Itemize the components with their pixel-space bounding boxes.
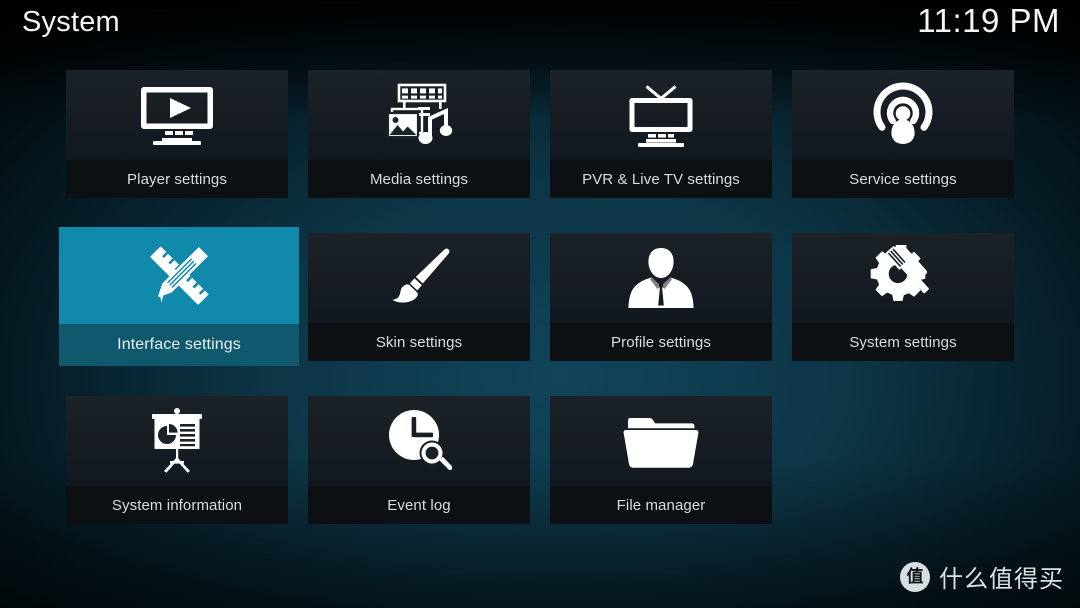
paintbrush-icon [308,233,530,323]
tile-media-settings[interactable]: Media settings [308,70,530,198]
tile-system-settings[interactable]: System settings [792,233,1014,361]
tile-label: Skin settings [308,323,530,361]
tile-profile-settings[interactable]: Profile settings [550,233,772,361]
tile-skin-settings[interactable]: Skin settings [308,233,530,361]
tile-label: File manager [550,486,772,524]
clock: 11:19 PM [917,2,1060,39]
tile-label: Service settings [792,160,1014,198]
watermark-text: 什么值得买 [939,565,1064,593]
tile-label: Player settings [66,160,288,198]
settings-row: Player settings Media settings PVR & Liv… [66,70,1014,233]
tile-service-settings[interactable]: Service settings [792,70,1014,198]
tile-label: System information [66,486,288,524]
tile-label: PVR & Live TV settings [550,160,772,198]
tile-label: Media settings [308,160,530,198]
ruler-pencil-icon [59,227,299,324]
tile-interface-settings[interactable]: Interface settings [59,227,299,366]
tile-label: System settings [792,323,1014,361]
media-filmstrip-icon [308,70,530,160]
tile-player-settings[interactable]: Player settings [66,70,288,198]
header-bar: System 11:19 PM [0,0,1080,58]
folder-open-icon [550,396,772,486]
tile-label: Profile settings [550,323,772,361]
tile-event-log[interactable]: Event log [308,396,530,524]
settings-grid: Player settings Media settings PVR & Liv… [59,70,1014,559]
presentation-chart-icon [66,396,288,486]
settings-row: System information Event log File manage… [66,396,1014,559]
page-title: System [22,6,120,38]
tv-play-icon [66,70,288,160]
person-bust-icon [550,233,772,323]
clock-search-icon [308,396,530,486]
tile-file-manager[interactable]: File manager [550,396,772,524]
tile-label: Event log [308,486,530,524]
broadcast-person-icon [792,70,1014,160]
watermark-badge: 值 [900,561,930,592]
tv-antenna-icon [550,70,772,160]
gear-screwdriver-icon [792,233,1014,323]
tile-label: Interface settings [59,324,299,366]
tile-pvr-live-tv-settings[interactable]: PVR & Live TV settings [550,70,772,198]
settings-row: Interface settings Skin settings Profile… [59,227,1014,396]
watermark: 值 什么值得买 [900,559,1064,594]
tile-system-information[interactable]: System information [66,396,288,524]
kodi-system-screen: System 11:19 PM Player settings Media se… [0,0,1080,608]
